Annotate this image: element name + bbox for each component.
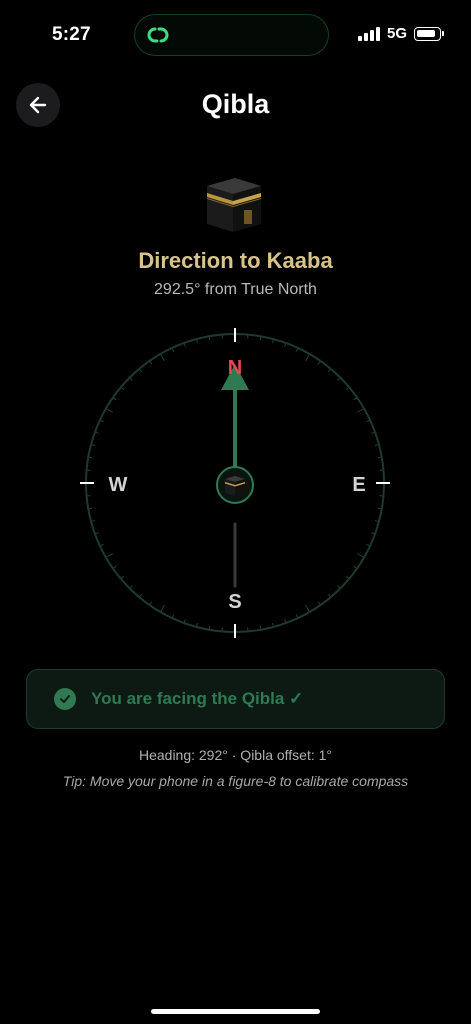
status-indicators: 5G bbox=[357, 25, 444, 42]
dynamic-island[interactable] bbox=[134, 14, 329, 56]
network-type: 5G bbox=[386, 25, 407, 42]
compass-tick bbox=[305, 353, 310, 362]
battery-icon bbox=[414, 26, 444, 41]
compass-tick bbox=[105, 553, 114, 558]
qibla-compass[interactable]: N S W E bbox=[80, 328, 390, 638]
direction-title: Direction to Kaaba bbox=[138, 248, 333, 273]
link-rings-icon bbox=[147, 27, 169, 43]
compass-tick bbox=[105, 408, 114, 413]
heading-info: Heading: 292° · Qibla offset: 1° bbox=[138, 747, 333, 763]
qibla-status-card: You are facing the Qibla ✓ bbox=[26, 669, 445, 729]
compass-west-label: W bbox=[109, 474, 128, 496]
cellular-signal-icon bbox=[357, 26, 380, 41]
qibla-needle bbox=[221, 364, 249, 470]
compass-tick bbox=[305, 604, 310, 613]
direction-bearing: 292.5° from True North bbox=[154, 281, 317, 298]
compass-tick bbox=[160, 353, 165, 362]
kaaba-icon bbox=[216, 466, 254, 504]
home-indicator[interactable] bbox=[151, 1009, 320, 1014]
calibration-tip: Tip: Move your phone in a figure-8 to ca… bbox=[62, 773, 409, 789]
compass-south-label: S bbox=[228, 591, 241, 613]
compass-north-label: N bbox=[228, 357, 242, 379]
compass-tick bbox=[356, 553, 365, 558]
status-time: 5:27 bbox=[52, 24, 91, 45]
compass-east-label: E bbox=[352, 474, 365, 496]
page-title: Qibla bbox=[201, 89, 270, 119]
compass-tick bbox=[356, 408, 365, 413]
kaaba-icon bbox=[207, 178, 261, 232]
compass-tick bbox=[160, 604, 165, 613]
qibla-status-text: You are facing the Qibla ✓ bbox=[91, 689, 304, 708]
check-circle-icon bbox=[54, 688, 76, 710]
